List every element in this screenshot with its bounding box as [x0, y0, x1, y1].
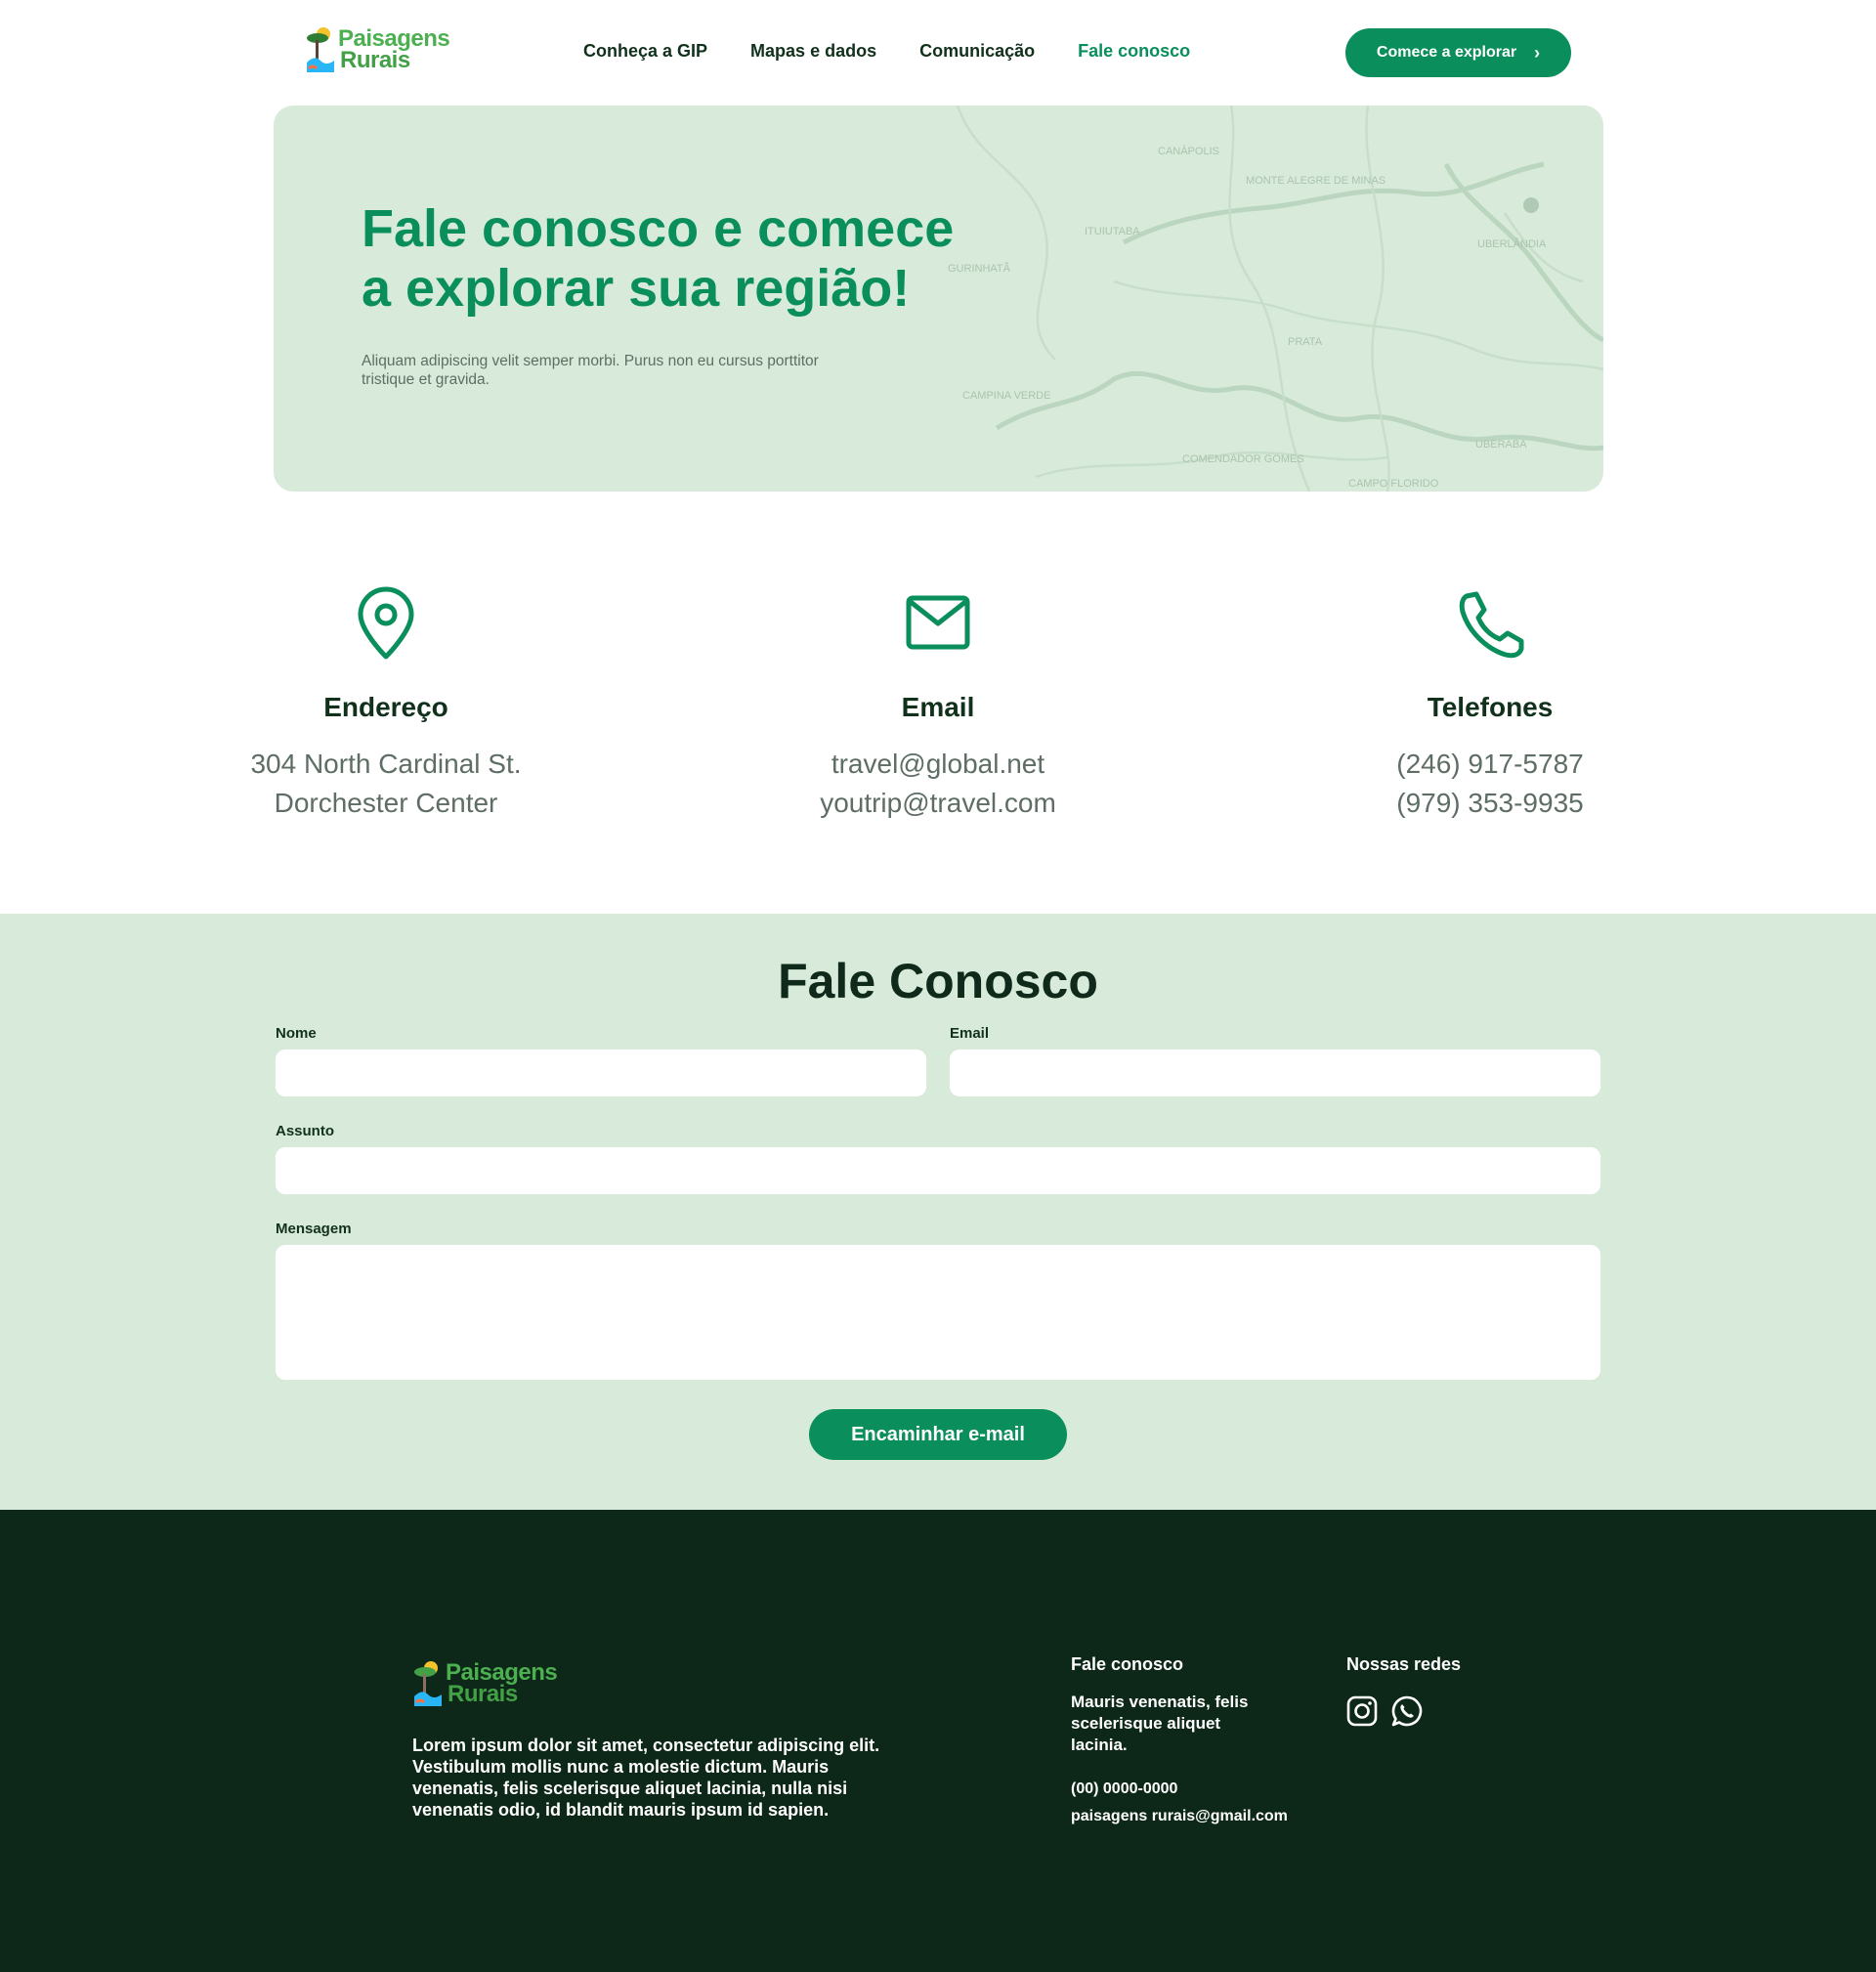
footer-description: Lorem ipsum dolor sit amet, consectetur …	[412, 1736, 880, 1820]
info-email-title: Email	[901, 692, 975, 722]
send-email-button[interactable]: Encaminhar e-mail	[809, 1409, 1067, 1460]
name-label: Nome	[276, 1025, 317, 1042]
footer-email[interactable]: paisagens rurais@gmail.com	[1071, 1806, 1288, 1827]
hero-subtitle: Aliquam adipiscing velit semper morbi. P…	[362, 353, 819, 388]
whatsapp-icon[interactable]	[1391, 1695, 1423, 1727]
explore-button-label: Comece a explorar	[1376, 44, 1517, 61]
form-title: Fale Conosco	[778, 954, 1098, 1008]
brand-logo[interactable]: Paisagens Rurais	[305, 25, 450, 74]
main-nav: Conheça a GIP Mapas e dados Comunicação …	[583, 41, 1233, 62]
hero-banner: CANÁPOLIS MONTE ALEGRE DE MINAS ITUIUTAB…	[274, 106, 1603, 492]
instagram-icon[interactable]	[1346, 1695, 1378, 1727]
mail-icon	[906, 595, 970, 650]
svg-text:CANÁPOLIS: CANÁPOLIS	[1158, 145, 1219, 157]
info-email-line1[interactable]: travel@global.net	[743, 745, 1133, 784]
svg-text:COMENDADOR GOMES: COMENDADOR GOMES	[1182, 453, 1304, 465]
footer-social-title: Nossas redes	[1346, 1654, 1462, 1674]
message-textarea[interactable]	[276, 1245, 1600, 1380]
svg-text:UBERLÂNDIA: UBERLÂNDIA	[1477, 237, 1547, 250]
name-input[interactable]	[276, 1050, 926, 1096]
map-pin-icon	[358, 586, 414, 660]
svg-text:ITUIUTABA: ITUIUTABA	[1085, 226, 1140, 237]
svg-text:CAMPINA VERDE: CAMPINA VERDE	[962, 390, 1050, 402]
info-phones: Telefones (246) 917-5787 (979) 353-9935	[1295, 586, 1685, 823]
explore-button[interactable]: Comece a explorar ›	[1345, 28, 1571, 77]
hero-title-line1: Fale conosco e comece	[362, 199, 955, 258]
message-label: Mensagem	[276, 1221, 352, 1237]
svg-text:CAMPO FLORIDO: CAMPO FLORIDO	[1348, 478, 1439, 490]
hero-title: Fale conosco e comece a explorar sua reg…	[362, 199, 967, 319]
footer-logo-mark-icon	[412, 1659, 444, 1708]
footer-logo-line2: Rurais	[448, 1681, 518, 1707]
info-email-line2[interactable]: youtrip@travel.com	[743, 784, 1133, 823]
chevron-right-icon: ›	[1534, 42, 1541, 63]
info-phone-line1[interactable]: (246) 917-5787	[1295, 745, 1685, 784]
svg-text:PRATA: PRATA	[1288, 336, 1323, 348]
hero-title-line2: a explorar sua região!	[362, 259, 911, 318]
svg-text:MONTE ALEGRE DE MINAS: MONTE ALEGRE DE MINAS	[1246, 175, 1386, 187]
logo-text-line2: Rurais	[340, 47, 410, 73]
email-label: Email	[950, 1025, 990, 1042]
info-phones-title: Telefones	[1427, 692, 1554, 722]
email-input[interactable]	[950, 1050, 1600, 1096]
nav-item-fale-conosco[interactable]: Fale conosco	[1078, 41, 1190, 62]
phone-icon	[1459, 591, 1524, 659]
info-address-title: Endereço	[323, 692, 448, 722]
site-footer: Paisagens Rurais Lorem ipsum dolor sit a…	[0, 1510, 1876, 1972]
footer-contact-title: Fale conosco	[1071, 1654, 1184, 1674]
logo-mark-icon	[305, 25, 336, 74]
footer-logo[interactable]: Paisagens Rurais	[412, 1659, 558, 1708]
contact-form-section: Fale Conosco Nome Email Assunto Mensagem…	[0, 914, 1876, 1510]
nav-item-comunicacao[interactable]: Comunicação	[919, 41, 1035, 62]
subject-label: Assunto	[276, 1123, 334, 1139]
info-address-line1: 304 North Cardinal St.	[250, 749, 522, 779]
social-links	[1346, 1695, 1423, 1727]
info-phone-line2[interactable]: (979) 353-9935	[1295, 784, 1685, 823]
info-email: Email travel@global.net youtrip@travel.c…	[743, 586, 1133, 823]
subject-input[interactable]	[276, 1147, 1600, 1194]
info-address: Endereço 304 North Cardinal St. Dorchest…	[191, 586, 581, 823]
svg-text:UBERABA: UBERABA	[1475, 439, 1527, 450]
footer-phone[interactable]: (00) 0000-0000	[1071, 1779, 1177, 1800]
site-header: Paisagens Rurais Conheça a GIP Mapas e d…	[0, 0, 1876, 106]
info-address-line2: Dorchester Center	[274, 788, 498, 818]
nav-item-conheca[interactable]: Conheça a GIP	[583, 41, 707, 62]
footer-contact-text: Mauris venenatis, felis scelerisque aliq…	[1071, 1693, 1249, 1754]
nav-item-mapas[interactable]: Mapas e dados	[750, 41, 876, 62]
